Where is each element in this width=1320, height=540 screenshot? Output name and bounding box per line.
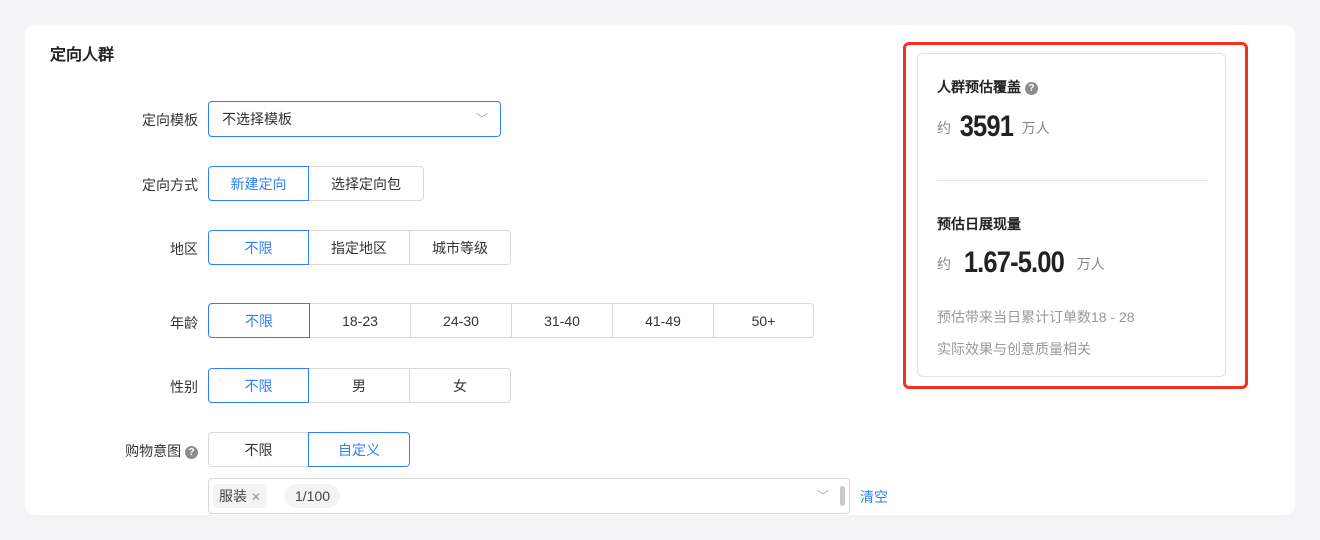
coverage-value: 约 3591 万人 bbox=[937, 110, 1050, 144]
template-select[interactable]: 不选择模板 ﹀ bbox=[208, 101, 501, 137]
clear-link[interactable]: 清空 bbox=[860, 487, 888, 507]
close-icon[interactable]: ✕ bbox=[251, 490, 261, 504]
gender-female[interactable]: 女 bbox=[409, 368, 511, 403]
region-city-level[interactable]: 城市等级 bbox=[409, 230, 511, 265]
help-icon[interactable]: ? bbox=[185, 445, 198, 459]
coverage-title-text: 人群预估覆盖 bbox=[937, 79, 1021, 95]
coverage-title: 人群预估覆盖 ? bbox=[937, 77, 1038, 97]
tag-label: 服装 bbox=[219, 488, 247, 504]
divider bbox=[937, 180, 1208, 181]
shopping-tag-select[interactable]: 服装 ✕ 1/100 ﹀ bbox=[208, 478, 850, 514]
gender-label: 性别 bbox=[170, 379, 198, 395]
age-unlimited[interactable]: 不限 bbox=[208, 303, 310, 338]
age-41-49[interactable]: 41-49 bbox=[612, 303, 714, 338]
shopping-custom[interactable]: 自定义 bbox=[308, 432, 410, 467]
gender-unlimited[interactable]: 不限 bbox=[208, 368, 309, 403]
chevron-down-icon: ﹀ bbox=[475, 112, 488, 126]
daily-number: 1.67-5.00 bbox=[963, 246, 1065, 279]
daily-title: 预估日展现量 bbox=[937, 216, 1021, 232]
region-label: 地区 bbox=[170, 241, 198, 257]
method-package[interactable]: 选择定向包 bbox=[308, 166, 424, 201]
region-unlimited[interactable]: 不限 bbox=[208, 230, 309, 265]
gender-male[interactable]: 男 bbox=[308, 368, 410, 403]
orders-note: 预估带来当日累计订单数18 - 28 bbox=[937, 309, 1135, 325]
chevron-down-icon: ﹀ bbox=[816, 489, 829, 503]
unit-label: 万人 bbox=[1021, 120, 1050, 136]
estimate-panel: 人群预估覆盖 ? 约 3591 万人 预估日展现量 约 1.67-5.00 万人 预估带… bbox=[917, 53, 1226, 377]
approx-label: 约 bbox=[937, 120, 951, 136]
age-18-23[interactable]: 18-23 bbox=[309, 303, 411, 338]
tag-item: 服装 ✕ bbox=[213, 484, 267, 508]
region-specified[interactable]: 指定地区 bbox=[308, 230, 410, 265]
shopping-unlimited[interactable]: 不限 bbox=[208, 432, 309, 467]
template-value: 不选择模板 bbox=[222, 111, 292, 127]
quality-note: 实际效果与创意质量相关 bbox=[937, 341, 1091, 357]
daily-value: 约 1.67-5.00 万人 bbox=[937, 246, 1105, 280]
template-label: 定向模板 bbox=[142, 112, 198, 128]
shopping-label: 购物意图 ? bbox=[38, 441, 198, 461]
age-label: 年龄 bbox=[170, 315, 198, 331]
section-title: 定向人群 bbox=[50, 47, 115, 64]
age-24-30[interactable]: 24-30 bbox=[410, 303, 512, 338]
age-50-plus[interactable]: 50+ bbox=[713, 303, 814, 338]
tag-count: 1/100 bbox=[285, 484, 341, 508]
age-31-40[interactable]: 31-40 bbox=[511, 303, 613, 338]
approx-label: 约 bbox=[937, 256, 951, 272]
coverage-number: 3591 bbox=[959, 110, 1014, 143]
method-new[interactable]: 新建定向 bbox=[208, 166, 309, 201]
shopping-label-text: 购物意图 bbox=[125, 443, 182, 459]
scrollbar[interactable] bbox=[840, 486, 845, 506]
unit-label: 万人 bbox=[1076, 256, 1105, 272]
method-label: 定向方式 bbox=[142, 177, 198, 193]
help-icon[interactable]: ? bbox=[1024, 81, 1038, 95]
